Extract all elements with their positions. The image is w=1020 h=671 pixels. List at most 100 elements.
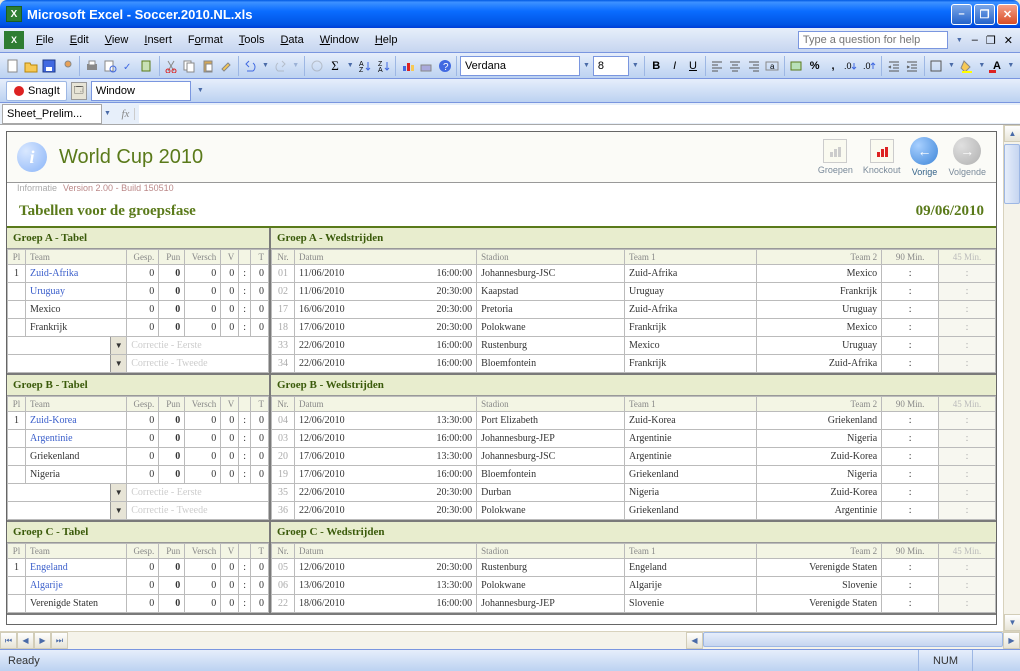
scroll-up-icon[interactable]: ▲	[1004, 125, 1020, 142]
score-45[interactable]: :	[939, 355, 996, 373]
comma-icon[interactable]: ,	[824, 55, 841, 77]
volgende-button[interactable]: → Volgende	[948, 137, 986, 177]
help-icon[interactable]: ?	[436, 55, 453, 77]
team-cell[interactable]: Engeland	[26, 559, 127, 577]
score-45[interactable]: :	[939, 412, 996, 430]
print-icon[interactable]	[83, 55, 100, 77]
chevron-down-icon[interactable]: ▼	[110, 355, 126, 372]
menu-view[interactable]: View	[97, 31, 137, 49]
size-dropdown-icon[interactable]: ▼	[630, 62, 641, 69]
knockout-button[interactable]: Knockout	[863, 139, 901, 175]
menu-help[interactable]: Help	[367, 31, 406, 49]
snagit-window-prefix-icon[interactable]: 🗔	[71, 82, 87, 100]
research-icon[interactable]	[138, 55, 155, 77]
save-icon[interactable]	[41, 55, 58, 77]
menu-file[interactable]: File	[28, 31, 62, 49]
namebox-dropdown-icon[interactable]: ▼	[102, 110, 113, 117]
spelling-icon[interactable]: ✓	[120, 55, 137, 77]
correction-dropdown-2[interactable]: ▼	[8, 355, 127, 373]
menu-insert[interactable]: Insert	[136, 31, 180, 49]
menu-data[interactable]: Data	[272, 31, 311, 49]
scroll-down-icon[interactable]: ▼	[1004, 614, 1020, 631]
snagit-button[interactable]: SnagIt	[6, 81, 67, 101]
score-90[interactable]: :	[882, 412, 939, 430]
fill-color-icon[interactable]	[958, 55, 975, 77]
font-dropdown-icon[interactable]: ▼	[581, 62, 592, 69]
chevron-down-icon[interactable]: ▼	[110, 484, 126, 501]
autosum-dropdown-icon[interactable]: ▼	[345, 62, 356, 69]
team-cell[interactable]: Zuid-Korea	[26, 412, 127, 430]
new-file-icon[interactable]	[4, 55, 21, 77]
snagit-dropdown-icon[interactable]: ▼	[195, 87, 206, 94]
hscroll-thumb[interactable]	[703, 632, 1003, 647]
score-90[interactable]: :	[882, 265, 939, 283]
score-90[interactable]: :	[882, 283, 939, 301]
score-90[interactable]: :	[882, 430, 939, 448]
score-90[interactable]: :	[882, 448, 939, 466]
currency-icon[interactable]	[788, 55, 805, 77]
chevron-down-icon[interactable]: ▼	[110, 337, 126, 354]
increase-decimal-icon[interactable]: .0	[843, 55, 860, 77]
sort-desc-icon[interactable]: ZA	[375, 55, 392, 77]
help-dropdown-icon[interactable]: ▼	[954, 37, 965, 44]
autosum-icon[interactable]: Σ	[326, 55, 343, 77]
vorige-button[interactable]: ← Vorige	[910, 137, 938, 177]
merge-center-icon[interactable]: a	[764, 55, 781, 77]
score-45[interactable]: :	[939, 283, 996, 301]
score-45[interactable]: :	[939, 484, 996, 502]
score-90[interactable]: :	[882, 502, 939, 520]
copy-icon[interactable]	[181, 55, 198, 77]
score-90[interactable]: :	[882, 337, 939, 355]
score-45[interactable]: :	[939, 448, 996, 466]
correction-dropdown-2[interactable]: ▼	[8, 502, 127, 520]
formula-input[interactable]	[139, 105, 1020, 123]
sort-asc-icon[interactable]: AZ	[357, 55, 374, 77]
menu-tools[interactable]: Tools	[231, 31, 273, 49]
groepen-button[interactable]: Groepen	[818, 139, 853, 175]
redo-icon[interactable]	[272, 55, 289, 77]
team-cell[interactable]: Algarije	[26, 577, 127, 595]
score-45[interactable]: :	[939, 430, 996, 448]
redo-dropdown-icon[interactable]: ▼	[290, 62, 301, 69]
decrease-indent-icon[interactable]	[885, 55, 902, 77]
score-45[interactable]: :	[939, 577, 996, 595]
fx-icon[interactable]: fx	[117, 108, 135, 120]
italic-icon[interactable]: I	[666, 55, 683, 77]
score-45[interactable]: :	[939, 319, 996, 337]
print-preview-icon[interactable]	[102, 55, 119, 77]
score-90[interactable]: :	[882, 577, 939, 595]
scroll-thumb[interactable]	[1004, 144, 1020, 204]
font-color-icon[interactable]: A	[988, 55, 1005, 77]
score-45[interactable]: :	[939, 301, 996, 319]
score-45[interactable]: :	[939, 466, 996, 484]
help-question-input[interactable]	[798, 31, 948, 49]
team-cell[interactable]: Zuid-Afrika	[26, 265, 127, 283]
score-45[interactable]: :	[939, 265, 996, 283]
score-90[interactable]: :	[882, 559, 939, 577]
doc-minimize-button[interactable]: –	[969, 34, 981, 47]
tab-prev-icon[interactable]: ◀	[17, 632, 34, 649]
info-icon[interactable]: i	[17, 142, 47, 172]
borders-dropdown-icon[interactable]: ▼	[946, 62, 957, 69]
team-cell[interactable]: Mexico	[26, 301, 127, 319]
underline-icon[interactable]: U	[684, 55, 701, 77]
vertical-scrollbar[interactable]: ▲ ▼	[1003, 125, 1020, 631]
undo-dropdown-icon[interactable]: ▼	[260, 62, 271, 69]
score-90[interactable]: :	[882, 466, 939, 484]
paste-icon[interactable]	[199, 55, 216, 77]
menu-window[interactable]: Window	[312, 31, 367, 49]
correction-dropdown-1[interactable]: ▼	[8, 484, 127, 502]
align-right-icon[interactable]	[745, 55, 762, 77]
cut-icon[interactable]	[162, 55, 179, 77]
borders-icon[interactable]	[928, 55, 945, 77]
percent-icon[interactable]: %	[806, 55, 823, 77]
workbook-icon[interactable]: X	[4, 31, 24, 49]
score-45[interactable]: :	[939, 559, 996, 577]
snagit-window-select[interactable]	[91, 81, 191, 101]
hyperlink-icon[interactable]	[308, 55, 325, 77]
increase-indent-icon[interactable]	[904, 55, 921, 77]
horizontal-scrollbar[interactable]: ⏮ ◀ ▶ ⏭ ◀ ▶	[0, 631, 1020, 649]
format-painter-icon[interactable]	[217, 55, 234, 77]
correction-dropdown-1[interactable]: ▼	[8, 337, 127, 355]
menu-format[interactable]: Format	[180, 31, 231, 49]
